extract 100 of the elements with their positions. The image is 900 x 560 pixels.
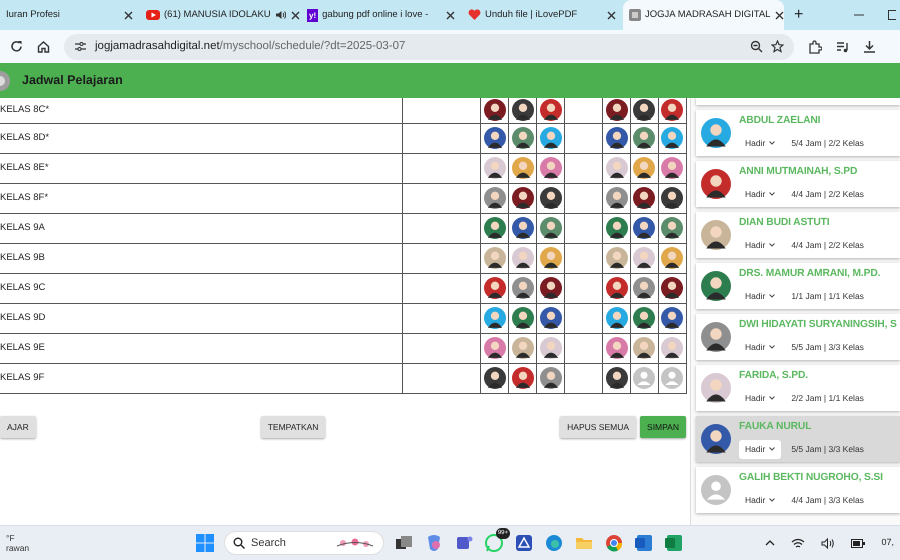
caret-icon [769, 447, 776, 452]
avatar-icon [606, 277, 628, 299]
teacher-name: DRS. MAMUR AMRANI, M.PD. [739, 267, 880, 282]
address-bar[interactable]: jogjamadrasahdigital.net/myschool/schedule/?dt=2025-03-07 [64, 34, 794, 60]
avatar-icon [484, 337, 506, 359]
excel-icon[interactable] [664, 533, 684, 553]
avatar-icon [484, 247, 506, 269]
hours-summary: 1/1 Jam | 1/1 Kelas [791, 290, 864, 303]
word-icon[interactable] [634, 533, 654, 553]
teacher-name: ANNI MUTMAINAH, S.PD [739, 165, 858, 180]
avatar-icon [633, 217, 656, 239]
new-tab-button[interactable]: + [784, 0, 814, 30]
close-icon[interactable] [290, 10, 301, 20]
caret-icon [769, 192, 776, 196]
edge-icon[interactable] [544, 533, 564, 553]
whatsapp-icon[interactable] [484, 533, 504, 553]
avatar-icon [540, 187, 562, 209]
save-button[interactable]: SIMPAN [640, 416, 686, 438]
weather-temperature: °F [6, 532, 16, 543]
avatar-icon [701, 271, 731, 301]
status-dropdown[interactable]: Hadir [739, 440, 782, 459]
page-title: Jadwal Pelajaran [22, 72, 123, 90]
avatar-icon [606, 337, 628, 359]
action-button[interactable]: AJAR [0, 416, 36, 438]
teacher-card[interactable]: GALIH BEKTI NUGROHO, S.SI Hadir 4/4 Jam | 3/3 Kelas [696, 467, 900, 513]
browser-tab[interactable]: Unduh file | iLovePDF [462, 0, 623, 30]
browser-tab[interactable]: Iuran Profesi [0, 0, 140, 30]
avatar-icon [701, 373, 731, 403]
avatar-icon [512, 99, 534, 122]
avatar-icon [540, 247, 562, 269]
status-dropdown[interactable]: Hadir [739, 490, 782, 510]
close-icon[interactable] [445, 10, 456, 20]
close-icon[interactable] [606, 10, 617, 20]
browser-tab[interactable]: (61) MANUSIA IDOLAKU [140, 0, 301, 30]
avatar-icon [540, 217, 562, 239]
class-label: KELAS 9C [0, 282, 46, 293]
teacher-card[interactable]: ANNI MUTMAINAH, S.PD Hadir 4/4 Jam | 2/2 Kelas [696, 161, 900, 207]
caret-icon[interactable] [765, 540, 776, 546]
teacher-card[interactable]: FAUKA NURUL Hadir 5/5 Jam | 3/3 Kelas [696, 416, 900, 462]
hours-summary: 4/4 Jam | 2/2 Kelas [791, 238, 864, 252]
taskbar-search[interactable]: Search [224, 531, 384, 555]
media-icon[interactable] [836, 40, 849, 52]
avatar-icon [701, 322, 731, 352]
avatar-icon [661, 187, 684, 209]
wifi-icon[interactable] [791, 538, 806, 548]
status-dropdown[interactable]: Hadir [739, 236, 782, 255]
status-dropdown[interactable]: Hadir [739, 134, 782, 153]
browser-tab[interactable]: JOGJA MADRASAH DIGITAL [623, 0, 784, 30]
status-dropdown[interactable]: Hadir [739, 184, 782, 204]
app-icon[interactable] [514, 533, 534, 553]
avatar-icon [540, 307, 562, 329]
star-icon[interactable] [771, 40, 784, 53]
battery-icon[interactable] [851, 538, 866, 548]
status-dropdown[interactable]: Hadir [739, 388, 782, 408]
search-icon [233, 537, 245, 549]
avatar-icon [484, 127, 506, 149]
teacher-card[interactable]: DIAN BUDI ASTUTI Hadir 4/4 Jam | 2/2 Kelas [696, 212, 900, 258]
maximize-icon[interactable] [888, 10, 896, 20]
action-button[interactable]: TEMPATKAN [260, 416, 326, 438]
teacher-card[interactable]: DRS. MAMUR AMRANI, M.PD. Hadir 1/1 Jam | 1/1 Kelas [696, 263, 900, 309]
status-dropdown[interactable]: Hadir [739, 338, 782, 357]
caret-icon [769, 294, 776, 298]
yahoo-icon: y! [307, 8, 318, 22]
avatar-icon [484, 307, 506, 329]
chrome-icon[interactable] [604, 533, 624, 553]
download-icon[interactable] [863, 40, 876, 53]
hours-summary: 5/5 Jam | 3/3 Kelas [791, 340, 864, 354]
teacher-card[interactable]: DWI HIDAYATI SURYANINGSIH, S Hadir 5/5 Jam | 3/3 Kelas [696, 314, 900, 360]
close-icon[interactable] [774, 10, 786, 20]
avatar-icon [512, 157, 534, 179]
avatar-icon [484, 157, 506, 179]
teacher-card[interactable]: ABDUL ZAELANI Hadir 5/4 Jam | 2/2 Kelas [696, 110, 900, 156]
avatar-icon [633, 157, 656, 179]
avatar-icon [633, 337, 656, 359]
windows-start-icon[interactable] [196, 534, 214, 552]
caret-icon [769, 498, 776, 502]
class-label: KELAS 8F* [0, 192, 48, 203]
avatar-icon [606, 247, 628, 269]
default-avatar-icon [633, 367, 656, 389]
avatar-icon [540, 157, 562, 179]
hours-summary: 4/4 Jam | 3/3 Kelas [791, 494, 864, 507]
avatar-icon [540, 367, 562, 389]
volume-icon[interactable] [821, 538, 836, 548]
home-icon[interactable] [37, 40, 50, 53]
teacher-card[interactable]: FARIDA, S.PD. Hadir 2/2 Jam | 1/1 Kelas [696, 365, 900, 411]
action-button[interactable]: HAPUS SEMUA [560, 416, 636, 438]
heart-icon [468, 9, 481, 21]
avatar-icon [512, 337, 534, 359]
avatar-icon [606, 187, 628, 209]
close-icon[interactable] [123, 10, 134, 20]
avatar-icon [661, 127, 684, 149]
zoom-icon[interactable] [750, 40, 763, 53]
reload-icon[interactable] [10, 40, 23, 53]
class-label: KELAS 9F [0, 372, 44, 383]
status-dropdown[interactable]: Hadir [739, 286, 782, 306]
teacher-name: GALIH BEKTI NUGROHO, S.SI [739, 471, 883, 486]
extensions-icon[interactable] [808, 40, 822, 54]
video-icon [146, 10, 160, 20]
browser-tab[interactable]: y! gabung pdf online i love - [301, 0, 462, 30]
site-settings-icon[interactable] [74, 41, 87, 52]
